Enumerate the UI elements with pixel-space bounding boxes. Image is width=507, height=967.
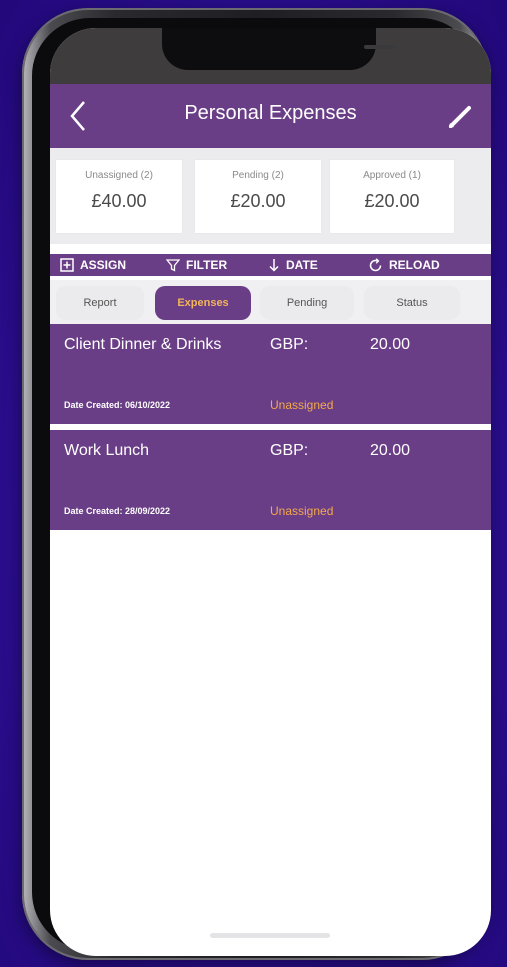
summary-amount: £20.00 [230,191,286,211]
expense-item[interactable]: Client Dinner & Drinks GBP: 20.00 Date C… [50,324,491,424]
assign-button[interactable]: ASSIGN [60,254,126,276]
assign-label: ASSIGN [80,258,127,272]
expense-date-created: Date Created: 06/10/2022 [64,400,171,410]
home-indicator[interactable] [210,933,330,938]
filter-label: FILTER [186,258,228,272]
summary-label: Unassigned (2) [85,170,153,181]
status-bar [50,28,491,84]
date-label: DATE [286,258,318,272]
app-header: Personal Expenses [50,84,491,148]
speaker-grille [364,45,396,49]
summary-card-pending[interactable]: Pending (2) £20.00 [195,160,321,233]
expense-name: Client Dinner & Drinks [64,336,222,353]
summary-card-approved[interactable]: Approved (1) £20.00 [330,160,454,233]
pencil-icon[interactable] [445,100,477,132]
tab-bar: Report Expenses Pending Status [50,280,491,324]
tab-expenses[interactable]: Expenses [155,286,251,320]
filter-icon [166,259,180,272]
plus-square-icon [60,258,74,272]
summary-label: Approved (1) [363,170,421,181]
arrow-down-icon [269,259,279,272]
expense-status: Unassigned [270,504,334,518]
summary-label: Pending (2) [232,170,284,181]
summary-amount: £20.00 [364,191,420,211]
page-title: Personal Expenses [184,102,357,124]
action-toolbar: ASSIGN FILTER DATE RELOAD [50,254,491,276]
app-screen: Personal Expenses Unassigned (2) £40.00 … [50,28,491,956]
summary-card-unassigned[interactable]: Unassigned (2) £40.00 [56,160,182,233]
expense-status: Unassigned [270,398,334,412]
expense-currency: GBP: [270,442,309,459]
reload-label: RELOAD [389,258,440,272]
reload-button[interactable]: RELOAD [368,254,440,276]
filter-button[interactable]: FILTER [166,254,227,276]
expense-amount: 20.00 [370,336,411,353]
expense-amount: 20.00 [370,442,411,459]
expense-date-created: Date Created: 28/09/2022 [64,506,171,516]
refresh-icon [369,257,382,271]
summary-panel: Unassigned (2) £40.00 Pending (2) £20.00… [50,148,491,244]
tab-status[interactable]: Status [364,286,460,320]
date-sort-button[interactable]: DATE [268,254,318,276]
tab-pending[interactable]: Pending [260,286,354,320]
expense-name: Work Lunch [64,442,150,459]
summary-amount: £40.00 [91,191,147,211]
tab-report[interactable]: Report [56,286,144,320]
notch [162,28,396,70]
expense-currency: GBP: [270,336,309,353]
expense-item[interactable]: Work Lunch GBP: 20.00 Date Created: 28/0… [50,430,491,530]
